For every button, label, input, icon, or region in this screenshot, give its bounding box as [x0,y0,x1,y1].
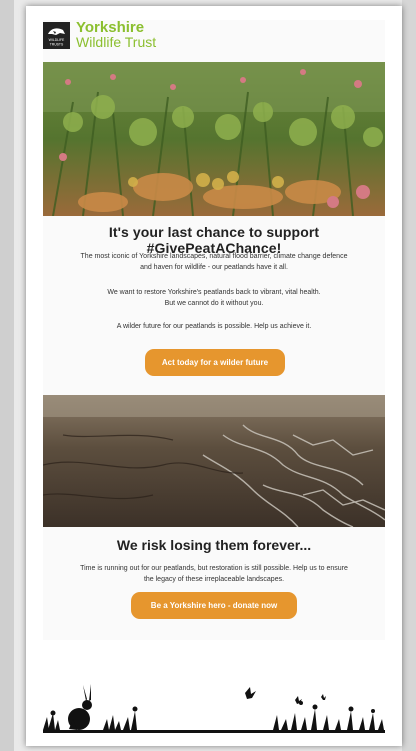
restore-paragraph: We want to restore Yorkshire's peatlands… [50,287,378,309]
logo-mark-line1: WILDLIFE [49,38,65,42]
background-panel-right [402,0,416,751]
butterfly-silhouette-icon [245,687,256,699]
act-today-button[interactable]: Act today for a wilder future [145,349,285,376]
donate-now-button[interactable]: Be a Yorkshire hero - donate now [131,592,297,619]
time-line2: the legacy of these irreplaceable landsc… [143,576,285,583]
wildlife-silhouette-footer [43,675,385,735]
intro-paragraph: The most iconic of Yorkshire landscapes,… [50,251,378,273]
hare-silhouette-icon [68,684,92,730]
logo-mark-line2: TRUSTS [50,43,64,47]
intro-line2: and haven for wildlife - our peatlands h… [140,264,288,271]
brand-logo-text[interactable]: Yorkshire Wildlife Trust [76,20,156,50]
wildlife-trusts-badger-logo-icon[interactable]: WILDLIFE TRUSTS [43,22,70,49]
brand-name-line1: Yorkshire [76,19,145,36]
brand-name-line2: Wildlife Trust [76,34,157,50]
intro-line1: The most iconic of Yorkshire landscapes,… [80,253,348,260]
peatland-heather-photo[interactable] [43,62,385,216]
background-panel-left [0,0,14,751]
risk-heading: We risk losing them forever... [116,537,312,553]
restore-line2: But we cannot do it without you. [164,300,264,307]
eroded-peat-photo[interactable] [43,395,385,527]
wilder-future-text: A wilder future for our peatlands is pos… [116,323,312,330]
time-running-out-paragraph: Time is running out for our peatlands, b… [50,563,378,585]
restore-line1: We want to restore Yorkshire's peatlands… [107,289,321,296]
time-line1: Time is running out for our peatlands, b… [80,565,348,572]
